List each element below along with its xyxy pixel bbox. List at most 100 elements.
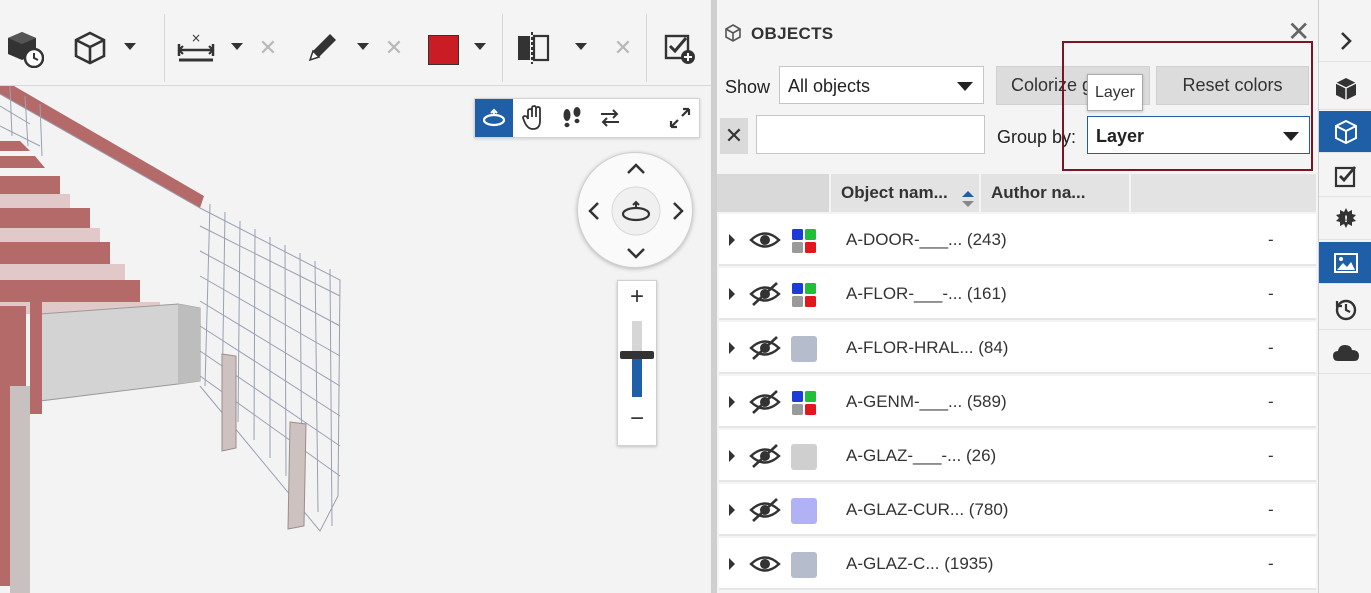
walk-footsteps-icon[interactable] xyxy=(553,99,591,137)
multi-color-swatch[interactable] xyxy=(791,390,817,416)
eye-icon[interactable] xyxy=(749,551,781,577)
row-object-name: A-FLOR-___-... (161) xyxy=(846,284,1007,303)
collapse-chevron-right-icon[interactable] xyxy=(1319,20,1371,62)
orbit-icon[interactable] xyxy=(475,99,513,137)
column-object-name-label: Object nam... xyxy=(841,183,948,202)
measure-dropdown-icon[interactable] xyxy=(230,40,244,54)
row-object-name: A-GLAZ-C... (1935) xyxy=(846,554,994,573)
navigation-toolbar xyxy=(474,98,700,138)
expand-caret-icon[interactable] xyxy=(729,396,735,408)
filter-input[interactable] xyxy=(756,115,985,154)
3d-viewport[interactable]: + − xyxy=(0,86,711,593)
panel-title: OBJECTS xyxy=(751,24,834,43)
annotation-highlight xyxy=(1062,41,1313,171)
model-clock-icon[interactable] xyxy=(4,26,44,70)
table-row[interactable]: A-GLAZ-___-... (26) - xyxy=(719,430,1316,482)
eye-icon[interactable] xyxy=(749,227,781,253)
show-filter-value: All objects xyxy=(788,76,871,96)
row-author-name: - xyxy=(1268,446,1274,465)
objects-table-header: Object nam... Author na... xyxy=(717,174,1318,212)
measure-icon[interactable]: × xyxy=(176,26,216,70)
checklist-add-icon[interactable] xyxy=(660,26,700,70)
section-dropdown-icon[interactable] xyxy=(574,40,588,54)
table-row[interactable]: A-FLOR-HRAL... (84) - xyxy=(719,322,1316,374)
expand-caret-icon[interactable] xyxy=(729,288,735,300)
checklist-icon[interactable] xyxy=(1319,155,1371,197)
image-icon[interactable] xyxy=(1319,242,1371,284)
toolbar-divider xyxy=(646,14,647,82)
expand-caret-icon[interactable] xyxy=(729,558,735,570)
row-author-name: - xyxy=(1268,500,1274,519)
row-author-name: - xyxy=(1268,284,1274,303)
cube-view-dropdown-icon[interactable] xyxy=(123,40,137,54)
column-author-name-label: Author na... xyxy=(991,183,1086,202)
expand-caret-icon[interactable] xyxy=(729,234,735,246)
swap-arrows-icon[interactable] xyxy=(591,99,629,137)
issues-gear-icon[interactable]: ! xyxy=(1319,198,1371,240)
header-spacer xyxy=(717,174,831,212)
color-swatch[interactable] xyxy=(791,552,817,578)
eye-hidden-icon[interactable] xyxy=(749,335,781,361)
toolbar-divider xyxy=(164,14,165,82)
markup-color-swatch[interactable] xyxy=(428,35,459,65)
title-strip xyxy=(0,0,711,8)
clear-markup-icon[interactable]: ✕ xyxy=(384,37,404,59)
show-filter-select[interactable]: All objects xyxy=(779,66,984,104)
chevron-down-icon xyxy=(957,82,973,91)
orbit-compass[interactable] xyxy=(577,152,693,268)
svg-text:!: ! xyxy=(1344,215,1348,225)
model-cube-icon[interactable] xyxy=(1319,68,1371,110)
history-clock-icon[interactable] xyxy=(1319,288,1371,330)
zoom-in-button[interactable]: + xyxy=(618,285,656,309)
row-object-name: A-GLAZ-CUR... (780) xyxy=(846,500,1009,519)
table-row[interactable]: A-GENM-___... (589) - xyxy=(719,376,1316,428)
table-row[interactable]: A-GLAZ-C... (1935) - xyxy=(719,538,1316,590)
column-object-name[interactable]: Object nam... xyxy=(831,174,981,212)
multi-color-swatch[interactable] xyxy=(791,228,817,254)
cloud-icon[interactable] xyxy=(1319,332,1371,374)
show-label: Show xyxy=(725,77,771,97)
eye-hidden-icon[interactable] xyxy=(749,389,781,415)
row-object-name: A-FLOR-HRAL... (84) xyxy=(846,338,1009,357)
expand-icon[interactable] xyxy=(661,99,699,137)
color-swatch[interactable] xyxy=(791,498,817,524)
row-object-name: A-GLAZ-___-... (26) xyxy=(846,446,997,465)
table-row[interactable]: A-GLAZ-CUR... (780) - xyxy=(719,484,1316,536)
sort-icon[interactable] xyxy=(961,184,975,212)
color-dropdown-icon[interactable] xyxy=(473,40,487,54)
pan-hand-icon[interactable] xyxy=(515,99,553,137)
right-icon-rail: ! xyxy=(1318,0,1371,593)
eye-hidden-icon[interactable] xyxy=(749,443,781,469)
color-swatch[interactable] xyxy=(791,444,817,470)
expand-caret-icon[interactable] xyxy=(729,342,735,354)
row-author-name: - xyxy=(1268,392,1274,411)
column-author-name[interactable]: Author na... xyxy=(981,174,1131,212)
row-author-name: - xyxy=(1268,230,1274,249)
table-row[interactable]: A-DOOR-___... (243) - xyxy=(719,214,1316,266)
eye-hidden-icon[interactable] xyxy=(749,281,781,307)
zoom-slider-thumb[interactable] xyxy=(620,351,654,360)
expand-caret-icon[interactable] xyxy=(729,450,735,462)
pencil-dropdown-icon[interactable] xyxy=(356,40,370,54)
row-author-name: - xyxy=(1268,554,1274,573)
multi-color-swatch[interactable] xyxy=(791,282,817,308)
main-toolbar: × ✕ ✕ ✕ xyxy=(0,0,711,86)
pencil-icon[interactable] xyxy=(302,26,342,70)
clear-section-icon[interactable]: ✕ xyxy=(613,37,633,59)
toolbar-divider xyxy=(502,14,503,82)
clear-measurements-icon[interactable]: ✕ xyxy=(258,37,278,59)
row-object-name: A-DOOR-___... (243) xyxy=(846,230,1007,249)
table-row[interactable]: A-FLOR-___-... (161) - xyxy=(719,268,1316,320)
eye-hidden-icon[interactable] xyxy=(749,497,781,523)
zoom-control: + − xyxy=(617,280,657,446)
color-swatch[interactable] xyxy=(791,336,817,362)
zoom-out-button[interactable]: − xyxy=(618,407,656,431)
objects-cube-rail-icon[interactable] xyxy=(1319,111,1371,153)
row-author-name: - xyxy=(1268,338,1274,357)
svg-text:×: × xyxy=(191,31,201,45)
clear-filter-icon[interactable]: ✕ xyxy=(720,118,748,154)
section-plane-icon[interactable] xyxy=(514,26,554,70)
expand-caret-icon[interactable] xyxy=(729,504,735,516)
cube-view-icon[interactable] xyxy=(70,26,110,70)
zoom-level-fill xyxy=(632,355,642,397)
